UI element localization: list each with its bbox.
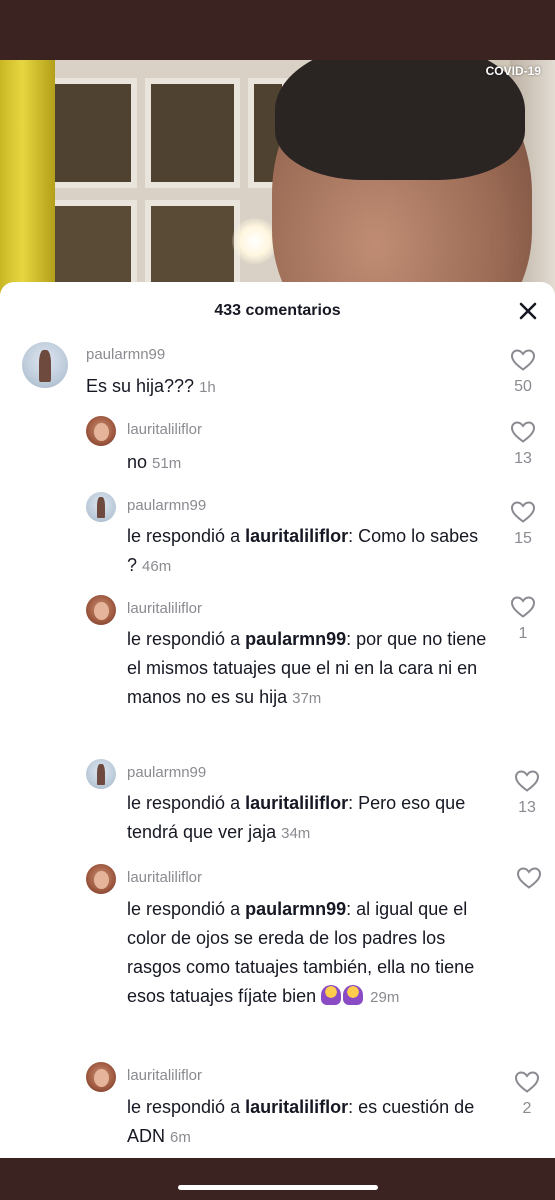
heart-outline-icon — [510, 349, 536, 371]
comment-text: le respondió a lauritaliliflor: es cuest… — [127, 1097, 475, 1146]
comments-header: 433 comentarios — [0, 282, 555, 340]
comment-time: 37m — [292, 690, 322, 707]
heart-outline-icon — [514, 770, 540, 792]
like-count: 13 — [514, 450, 532, 467]
comment-time: 34m — [281, 825, 311, 842]
heart-outline-icon — [514, 1071, 540, 1093]
comment-time: 29m — [370, 989, 400, 1006]
like-button[interactable]: 50 — [508, 348, 538, 396]
like-count: 15 — [514, 530, 532, 547]
comment-reply-item: lauritaliliflor no 51m 13 — [0, 416, 555, 486]
comment-text: le respondió a lauritaliliflor: Como lo … — [127, 526, 479, 575]
covid-badge[interactable]: COVID-19 — [486, 64, 541, 78]
close-icon — [519, 302, 537, 320]
like-button[interactable] — [514, 866, 544, 890]
heart-outline-icon — [510, 596, 536, 618]
heart-outline-icon — [516, 867, 542, 889]
avatar[interactable] — [22, 342, 68, 388]
comments-count-title: 433 comentarios — [214, 302, 341, 319]
video-person-hair — [275, 60, 525, 180]
like-button[interactable]: 13 — [508, 420, 538, 468]
comment-username[interactable]: lauritaliliflor — [127, 421, 202, 438]
mention-link[interactable]: paularmn99 — [245, 629, 346, 649]
comment-text: le respondió a paularmn99: por que no ti… — [127, 629, 487, 707]
woman-shrugging-emoji — [343, 985, 364, 1005]
woman-shrugging-emoji — [321, 985, 342, 1005]
comment-reply-item: lauritaliliflor le respondió a lauritali… — [0, 1062, 555, 1158]
comment-username[interactable]: paularmn99 — [86, 346, 165, 363]
comment-time: 51m — [152, 455, 182, 472]
comment-reply-item: paularmn99 le respondió a lauritaliliflo… — [0, 492, 555, 582]
comment-username[interactable]: lauritaliliflor — [127, 869, 202, 886]
close-button[interactable] — [517, 300, 539, 322]
mention-link[interactable]: lauritaliliflor — [245, 793, 348, 813]
comment-username[interactable]: lauritaliliflor — [127, 600, 202, 617]
comment-time: 1h — [199, 379, 216, 396]
comment-reply-item: paularmn99 le respondió a lauritaliliflo… — [0, 759, 555, 849]
like-count: 13 — [518, 799, 536, 816]
like-count: 1 — [518, 625, 528, 642]
comment-time: 46m — [142, 558, 172, 575]
mention-link[interactable]: paularmn99 — [245, 899, 346, 919]
like-button[interactable]: 2 — [512, 1070, 542, 1118]
heart-outline-icon — [510, 501, 536, 523]
like-button[interactable]: 1 — [508, 595, 538, 643]
bottom-bar — [0, 1158, 555, 1200]
comment-time: 6m — [170, 1129, 191, 1146]
video-window — [145, 78, 240, 188]
comment-text: Es su hija??? 1h — [86, 376, 216, 396]
avatar[interactable] — [86, 492, 116, 522]
app-frame: COVID-19 433 comentarios paularmn99 Es s… — [0, 0, 555, 1200]
comment-reply-item: lauritaliliflor le respondió a paularmn9… — [0, 864, 555, 1039]
home-indicator[interactable] — [178, 1185, 378, 1190]
avatar[interactable] — [86, 759, 116, 789]
video-curtain — [0, 60, 55, 310]
video-window — [42, 78, 137, 188]
avatar[interactable] — [86, 1062, 116, 1092]
like-button[interactable]: 15 — [508, 500, 538, 548]
avatar[interactable] — [86, 864, 116, 894]
mention-link[interactable]: lauritaliliflor — [245, 1097, 348, 1117]
avatar[interactable] — [86, 416, 116, 446]
mention-link[interactable]: lauritaliliflor — [245, 526, 348, 546]
video-player[interactable]: COVID-19 — [0, 60, 555, 310]
comment-username[interactable]: paularmn99 — [127, 764, 206, 781]
like-count: 50 — [514, 378, 532, 395]
comment-username[interactable]: lauritaliliflor — [127, 1067, 202, 1084]
comments-sheet: 433 comentarios paularmn99 Es su hija???… — [0, 282, 555, 1158]
comment-text: no 51m — [127, 452, 182, 472]
comment-text: le respondió a lauritaliliflor: Pero eso… — [127, 793, 466, 842]
avatar[interactable] — [86, 595, 116, 625]
like-count: 2 — [522, 1100, 532, 1117]
heart-outline-icon — [510, 421, 536, 443]
comment-reply-item: lauritaliliflor le respondió a paularmn9… — [0, 595, 555, 745]
comment-text: le respondió a paularmn99: al igual que … — [127, 899, 475, 1006]
comment-username[interactable]: paularmn99 — [127, 497, 206, 514]
like-button[interactable]: 13 — [512, 769, 542, 817]
comment-item: paularmn99 Es su hija??? 1h 50 — [0, 342, 555, 412]
